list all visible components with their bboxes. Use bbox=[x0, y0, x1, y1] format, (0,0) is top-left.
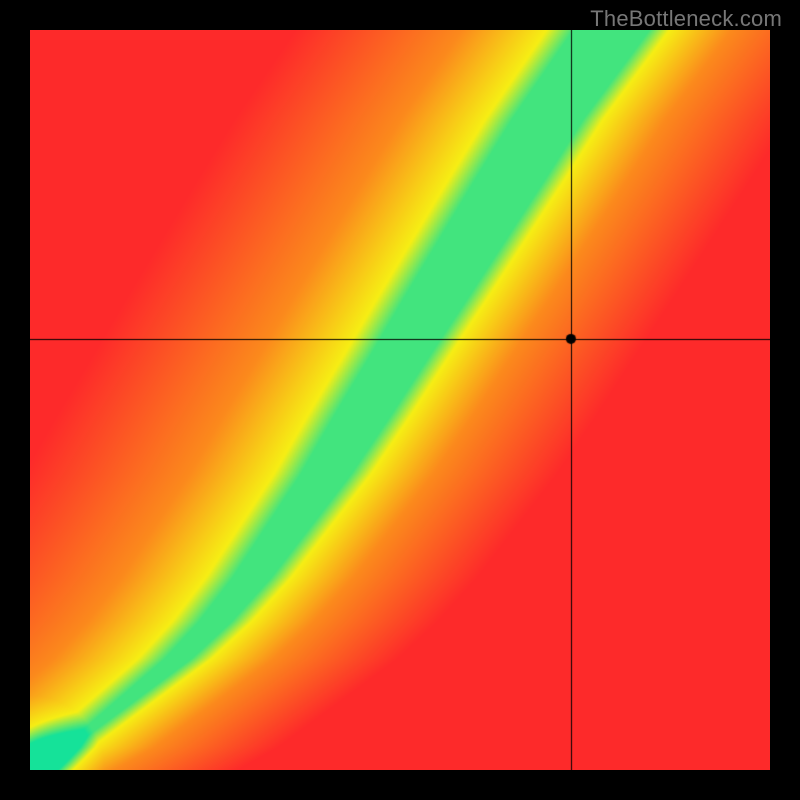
chart-frame: TheBottleneck.com bbox=[0, 0, 800, 800]
heatmap-plot bbox=[30, 30, 770, 770]
heatmap-canvas bbox=[30, 30, 770, 770]
watermark-text: TheBottleneck.com bbox=[590, 6, 782, 32]
